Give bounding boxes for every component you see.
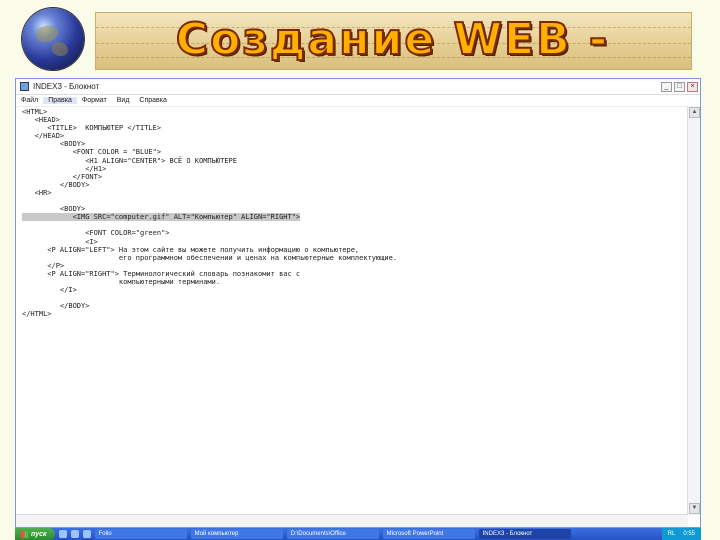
editor-line: <BODY> bbox=[22, 205, 86, 214]
start-label: пуск bbox=[31, 530, 47, 538]
taskbar: пуск Folio Мой компьютер D:\Documents\Of… bbox=[15, 528, 701, 540]
menu-help[interactable]: Справка bbox=[134, 97, 171, 104]
language-indicator[interactable]: RL bbox=[668, 531, 676, 537]
editor-line: <P ALIGN="LEFT"> На этом сайте вы можете… bbox=[22, 245, 360, 254]
windows-logo-icon bbox=[21, 530, 28, 538]
editor-line: <IMG SRC="computer.gif" ALT="Компьютер" … bbox=[22, 213, 682, 222]
slide-title: Создание WEB - сайта bbox=[175, 13, 610, 126]
window-titlebar[interactable]: INDEX3 - Блокнот _ □ × bbox=[16, 79, 700, 95]
editor-line: компьютерными терминами. bbox=[22, 277, 221, 286]
editor-line: </I> bbox=[22, 286, 77, 295]
selected-text[interactable]: <IMG SRC="computer.gif" ALT="Компьютер" … bbox=[22, 213, 301, 222]
task-button[interactable]: D:\Documents\Office bbox=[286, 529, 379, 539]
editor-line: </BODY> bbox=[22, 180, 90, 189]
editor-line: </FONT> bbox=[22, 172, 103, 181]
desktop-icon[interactable] bbox=[70, 530, 79, 538]
task-button[interactable]: Folio bbox=[94, 529, 187, 539]
editor-line: <FONT COLOR="green"> bbox=[22, 229, 170, 238]
editor-line: </P> bbox=[22, 261, 65, 270]
task-button-active[interactable]: INDEX3 - Блокнот bbox=[478, 529, 571, 539]
scroll-down-icon[interactable]: ▼ bbox=[689, 503, 700, 514]
editor-line: </BODY> bbox=[22, 302, 90, 311]
start-button[interactable]: пуск bbox=[15, 528, 55, 540]
editor-line: <HEAD> bbox=[22, 116, 60, 125]
editor-line: <P ALIGN="RIGHT"> Терминологический слов… bbox=[22, 269, 301, 278]
editor-line: </HEAD> bbox=[22, 132, 65, 141]
clock: 0:55 bbox=[683, 531, 695, 537]
editor-line: <TITLE> КОМПЬЮТЕР </TITLE> bbox=[22, 124, 162, 133]
menu-edit[interactable]: Правка bbox=[43, 97, 77, 104]
editor-line: <HR> bbox=[22, 188, 52, 197]
menu-view[interactable]: Вид bbox=[112, 97, 135, 104]
close-button[interactable]: × bbox=[687, 81, 698, 92]
menu-format[interactable]: Формат bbox=[77, 97, 112, 104]
media-icon[interactable] bbox=[82, 530, 91, 538]
notepad-icon bbox=[20, 82, 29, 91]
text-editor[interactable]: <HTML> <HEAD> <TITLE> КОМПЬЮТЕР </TITLE>… bbox=[16, 106, 688, 515]
task-button[interactable]: Мой компьютер bbox=[190, 529, 283, 539]
ie-icon[interactable] bbox=[58, 530, 67, 538]
editor-line: <H1 ALIGN="CENTER"> ВСЁ О КОМПЬЮТЕРЕ bbox=[22, 156, 237, 165]
editor-line: <HTML> bbox=[22, 108, 48, 116]
vertical-scrollbar[interactable]: ▲ ▼ bbox=[687, 106, 700, 515]
editor-line: <I> bbox=[22, 237, 98, 246]
editor-line: </H1> bbox=[22, 164, 107, 173]
window-title: INDEX3 - Блокнот bbox=[33, 82, 100, 91]
editor-line: <BODY> bbox=[22, 140, 86, 149]
globe-icon bbox=[22, 8, 84, 70]
editor-line: </HTML> bbox=[22, 310, 52, 319]
system-tray: RL 0:55 bbox=[661, 528, 701, 540]
scroll-up-icon[interactable]: ▲ bbox=[689, 107, 700, 118]
editor-line: его программном обеспечении и ценах на к… bbox=[22, 253, 398, 262]
task-button[interactable]: Microsoft PowerPoint bbox=[382, 529, 475, 539]
horizontal-scrollbar[interactable] bbox=[16, 514, 688, 527]
maximize-button[interactable]: □ bbox=[674, 81, 685, 92]
menu-file[interactable]: Файл bbox=[16, 97, 43, 104]
notepad-window: INDEX3 - Блокнот _ □ × Файл Правка Форма… bbox=[15, 78, 701, 528]
minimize-button[interactable]: _ bbox=[661, 81, 672, 92]
editor-line: <FONT COLOR = "BLUE"> bbox=[22, 148, 162, 157]
